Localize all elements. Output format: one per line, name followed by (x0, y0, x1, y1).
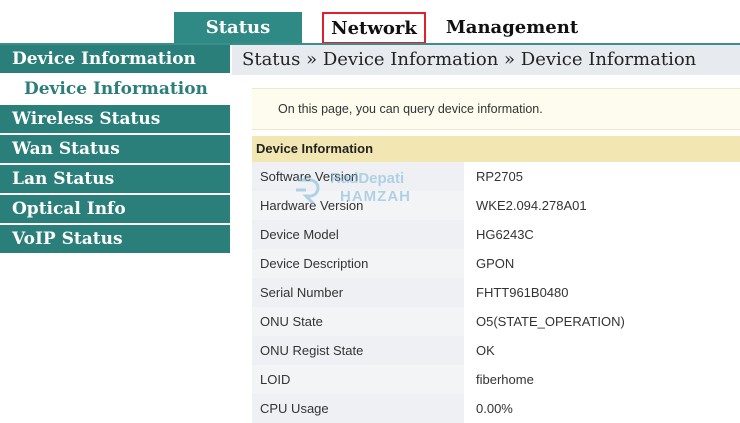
row-value: 0.00% (464, 394, 740, 423)
sidebar-item-wan-status[interactable]: Wan Status (0, 135, 230, 165)
row-label: Device Description (252, 249, 464, 278)
section-title: Device Information (252, 136, 740, 162)
row-label: Serial Number (252, 278, 464, 307)
watermark-line-1: RadDepati (330, 170, 405, 187)
row-label: LOID (252, 365, 464, 394)
row-label: CPU Usage (252, 394, 464, 423)
row-label: ONU Regist State (252, 336, 464, 365)
sidebar-item-lan-status[interactable]: Lan Status (0, 165, 230, 195)
info-text: On this page, you can query device infor… (278, 102, 543, 116)
sidebar-item-optical-info[interactable]: Optical Info (0, 195, 230, 225)
info-message: On this page, you can query device infor… (252, 88, 740, 130)
table-row: ONU State O5(STATE_OPERATION) (252, 307, 740, 336)
watermark-line-2: HAMZAH (340, 188, 411, 205)
sidebar: Device Information Device Information Wi… (0, 45, 230, 255)
sidebar-item-device-information[interactable]: Device Information (0, 45, 230, 75)
breadcrumb: Status » Device Information » Device Inf… (232, 45, 740, 75)
row-label: ONU State (252, 307, 464, 336)
row-value: HG6243C (464, 220, 740, 249)
watermark: RadDepati HAMZAH (294, 170, 464, 210)
table-row: Device Description GPON (252, 249, 740, 278)
top-nav: Status Network Management (0, 0, 740, 44)
tab-network[interactable]: Network (322, 12, 426, 44)
tab-management[interactable]: Management (440, 12, 584, 44)
sidebar-item-voip-status[interactable]: VoIP Status (0, 225, 230, 255)
row-value: FHTT961B0480 (464, 278, 740, 307)
row-value: GPON (464, 249, 740, 278)
table-row: Serial Number FHTT961B0480 (252, 278, 740, 307)
rd-logo-icon (296, 178, 320, 204)
row-value: RP2705 (464, 162, 740, 191)
table-row: CPU Usage 0.00% (252, 394, 740, 423)
row-value: WKE2.094.278A01 (464, 191, 740, 220)
sidebar-subitem-device-information[interactable]: Device Information (0, 75, 230, 105)
sidebar-item-wireless-status[interactable]: Wireless Status (0, 105, 230, 135)
tab-status[interactable]: Status (174, 12, 302, 44)
row-value: fiberhome (464, 365, 740, 394)
table-row: LOID fiberhome (252, 365, 740, 394)
row-value: O5(STATE_OPERATION) (464, 307, 740, 336)
row-label: Device Model (252, 220, 464, 249)
row-value: OK (464, 336, 740, 365)
table-row: ONU Regist State OK (252, 336, 740, 365)
table-row: Device Model HG6243C (252, 220, 740, 249)
